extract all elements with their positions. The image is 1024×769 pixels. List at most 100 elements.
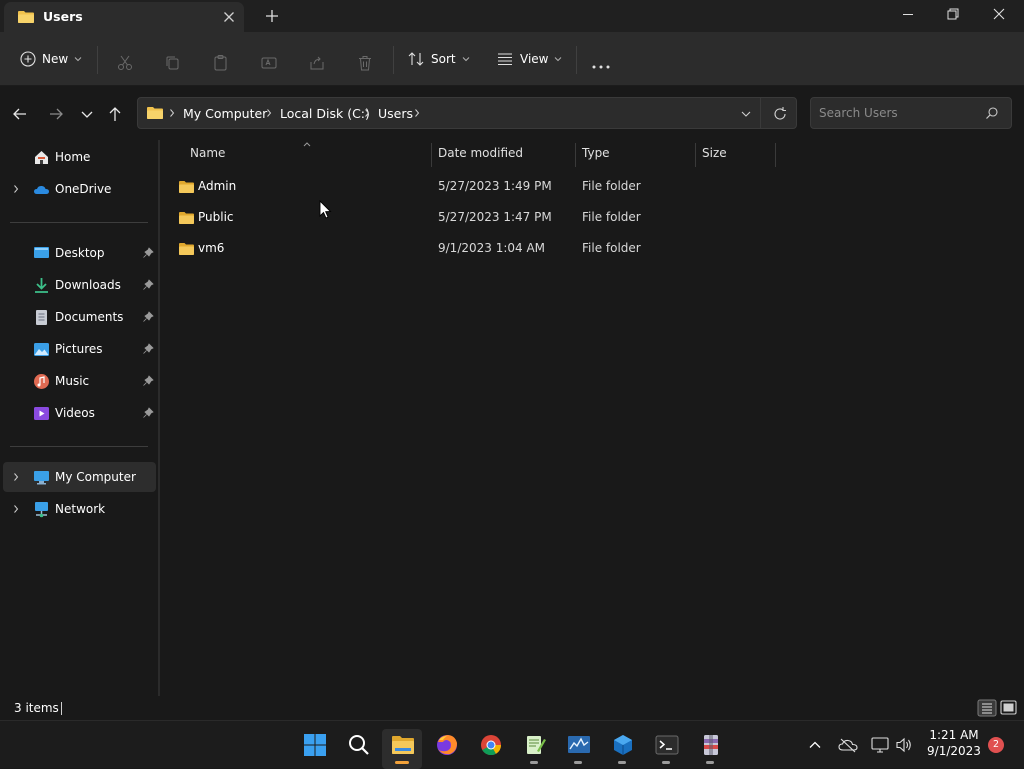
onedrive-offline-icon[interactable]	[838, 737, 858, 753]
sidebar-divider	[10, 222, 148, 223]
sidebar-item-pictures[interactable]: Pictures	[3, 334, 156, 364]
folder-icon	[179, 212, 194, 224]
sidebar-item-videos[interactable]: Videos	[3, 398, 156, 428]
table-row[interactable]: Public 5/27/2023 1:47 PM File folder	[170, 203, 780, 231]
share-icon[interactable]	[308, 50, 326, 76]
pin-icon[interactable]	[142, 279, 154, 291]
virtual-machine-icon	[614, 735, 632, 755]
taskbar-terminal[interactable]	[646, 729, 686, 769]
paste-icon[interactable]	[212, 50, 230, 76]
pictures-icon	[34, 343, 49, 356]
pin-icon[interactable]	[142, 407, 154, 419]
view-button[interactable]: View	[496, 46, 563, 72]
column-header-type[interactable]: Type	[582, 146, 610, 168]
mouse-cursor-icon	[319, 200, 332, 219]
copy-icon[interactable]	[164, 50, 182, 76]
tiles-view-icon[interactable]	[999, 699, 1019, 717]
network-status-icon[interactable]	[871, 737, 889, 753]
taskbar-search-button[interactable]	[338, 729, 378, 769]
system-clock[interactable]: 1:21 AM 9/1/2023	[922, 727, 986, 759]
clock-time: 1:21 AM	[929, 728, 979, 742]
taskbar: 1:21 AM 9/1/2023 2	[0, 720, 1024, 769]
rename-icon[interactable]	[260, 50, 278, 76]
sidebar-item-label: Music	[55, 374, 90, 388]
sidebar-item-home[interactable]: Home	[3, 142, 156, 172]
sidebar-item-onedrive[interactable]: OneDrive	[3, 174, 156, 204]
column-header-size[interactable]: Size	[702, 146, 727, 168]
view-icon	[498, 53, 512, 66]
sidebar-item-desktop[interactable]: Desktop	[3, 238, 156, 268]
sidebar-item-downloads[interactable]: Downloads	[3, 270, 156, 300]
minimize-icon[interactable]	[885, 0, 931, 30]
column-divider[interactable]	[695, 143, 696, 167]
taskbar-firefox[interactable]	[426, 729, 466, 769]
restore-icon[interactable]	[930, 0, 976, 30]
sort-label: Sort	[431, 52, 456, 66]
up-icon[interactable]	[104, 103, 126, 125]
pin-icon[interactable]	[142, 311, 154, 323]
column-header-date-modified[interactable]: Date modified	[438, 146, 523, 168]
taskbar-chrome[interactable]	[470, 729, 510, 769]
new-button[interactable]: New	[20, 46, 83, 72]
notification-badge[interactable]: 2	[988, 737, 1004, 753]
network-icon	[35, 502, 48, 518]
taskbar-archive-app[interactable]	[690, 729, 730, 769]
table-row[interactable]: vm6 9/1/2023 1:04 AM File folder	[170, 234, 780, 262]
sidebar-item-label: Pictures	[55, 342, 103, 356]
search-icon	[349, 735, 369, 755]
refresh-icon[interactable]	[772, 106, 788, 122]
breadcrumb-my-computer[interactable]: My Computer	[183, 106, 267, 121]
volume-icon[interactable]	[895, 737, 913, 753]
sidebar-item-label: Desktop	[55, 246, 105, 260]
chevron-up-icon[interactable]	[808, 738, 822, 752]
breadcrumb-users[interactable]: Users	[378, 106, 413, 121]
column-divider[interactable]	[431, 143, 432, 167]
cut-icon[interactable]	[116, 50, 134, 76]
taskbar-file-explorer[interactable]	[382, 729, 422, 769]
address-bar[interactable]: My Computer Local Disk (C:) Users	[137, 97, 797, 129]
chevron-right-icon	[170, 109, 175, 117]
column-divider[interactable]	[775, 143, 776, 167]
search-input[interactable]	[819, 104, 979, 122]
column-divider[interactable]	[575, 143, 576, 167]
address-divider	[760, 98, 761, 128]
terminal-icon	[655, 735, 679, 755]
delete-icon[interactable]	[356, 50, 374, 76]
taskbar-notepad-plus[interactable]	[514, 729, 554, 769]
taskbar-virtualbox[interactable]	[602, 729, 642, 769]
breadcrumb-local-disk[interactable]: Local Disk (C:)	[280, 106, 370, 121]
running-indicator	[706, 761, 714, 764]
close-tab-icon[interactable]	[220, 8, 238, 26]
address-history-icon[interactable]	[740, 108, 752, 120]
close-window-icon[interactable]	[976, 0, 1022, 30]
back-icon[interactable]	[9, 103, 31, 125]
recent-locations-icon[interactable]	[76, 103, 98, 125]
sidebar-item-my-computer[interactable]: My Computer	[3, 462, 156, 492]
command-bar: New Sort View	[0, 32, 1024, 86]
sidebar-item-music[interactable]: Music	[3, 366, 156, 396]
chevron-right-icon[interactable]	[12, 472, 20, 482]
sidebar-item-network[interactable]: Network	[3, 494, 156, 524]
pin-icon[interactable]	[142, 343, 154, 355]
more-options-icon[interactable]	[591, 54, 611, 80]
start-button[interactable]	[294, 729, 334, 769]
sort-button[interactable]: Sort	[407, 46, 471, 72]
sidebar-item-label: OneDrive	[55, 182, 112, 196]
chevron-right-icon[interactable]	[12, 184, 20, 194]
tab-users[interactable]: Users	[4, 2, 244, 32]
column-header-name[interactable]: Name	[190, 146, 225, 168]
sidebar-item-documents[interactable]: Documents	[3, 302, 156, 332]
search-box[interactable]	[810, 97, 1012, 129]
toolbar-divider	[576, 46, 577, 74]
toolbar-divider	[97, 46, 98, 74]
details-view-icon[interactable]	[977, 699, 997, 717]
chevron-right-icon[interactable]	[12, 504, 20, 514]
pin-icon[interactable]	[142, 247, 154, 259]
new-tab-icon[interactable]	[262, 6, 282, 26]
pin-icon[interactable]	[142, 375, 154, 387]
table-row[interactable]: Admin 5/27/2023 1:49 PM File folder	[170, 172, 780, 200]
new-label: New	[42, 52, 69, 66]
search-icon[interactable]	[985, 106, 999, 120]
taskbar-resource-monitor[interactable]	[558, 729, 598, 769]
forward-icon[interactable]	[45, 103, 67, 125]
